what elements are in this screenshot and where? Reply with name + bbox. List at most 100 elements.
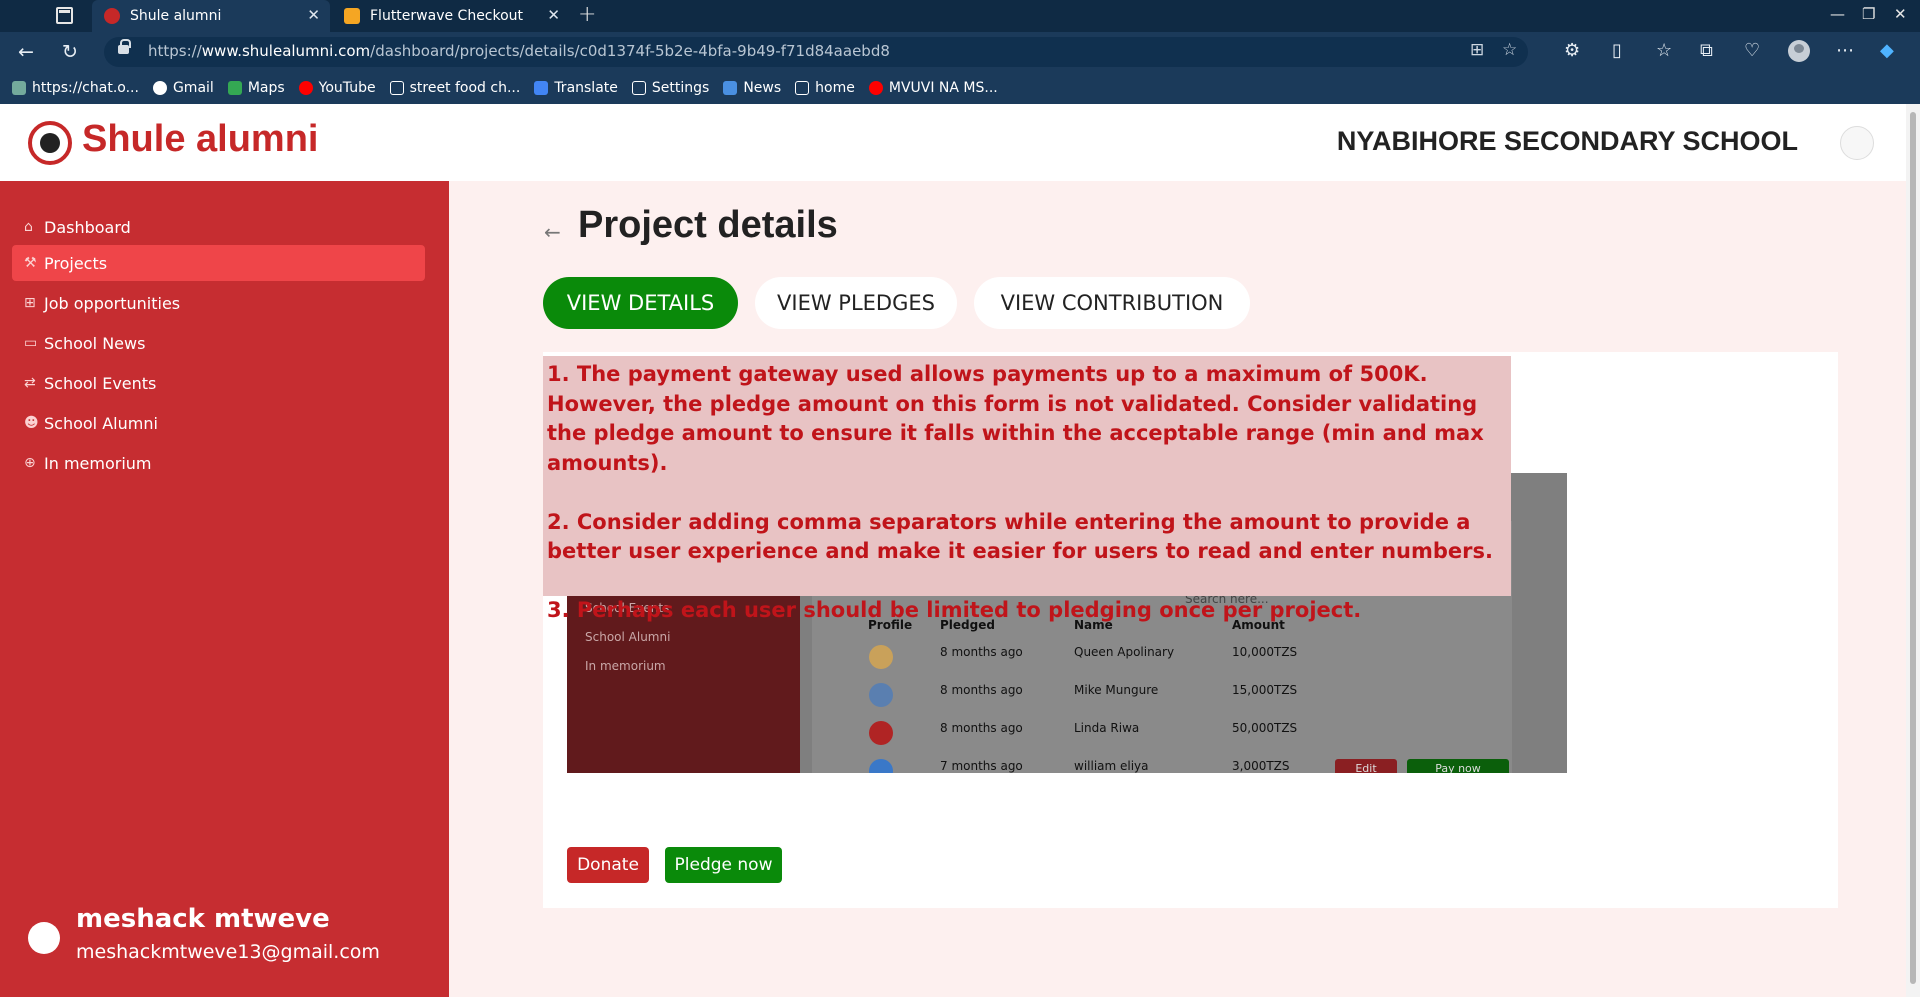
- screenshot-cell: 8 months ago: [940, 721, 1023, 735]
- tab-flutterwave[interactable]: Flutterwave Checkout ✕: [332, 0, 570, 32]
- screenshot-cell: 15,000TZS: [1232, 683, 1298, 697]
- screenshot-avatar: [869, 683, 893, 707]
- favorites-icon[interactable]: ☆: [1656, 40, 1672, 61]
- url-text: https://www.shulealumni.com/dashboard/pr…: [148, 42, 890, 60]
- tab-actions-icon[interactable]: [56, 7, 73, 24]
- flutterwave-favicon-icon: [344, 8, 360, 24]
- extensions-icon[interactable]: ⚙: [1564, 40, 1580, 61]
- bookmark-street-food[interactable]: street food ch...: [389, 80, 520, 96]
- translate-icon: [534, 81, 549, 95]
- review-notes: 1. The payment gateway used allows payme…: [543, 356, 1511, 622]
- close-tab-icon[interactable]: ✕: [547, 6, 560, 24]
- tab-title: Flutterwave Checkout: [370, 8, 524, 24]
- web-page: Shule alumni NYABIHORE SECONDARY SCHOOL …: [0, 104, 1906, 997]
- screenshot-cell: 8 months ago: [940, 683, 1023, 697]
- page-icon: [795, 81, 810, 95]
- bookmark-gmail[interactable]: Gmail: [152, 80, 214, 96]
- school-name: NYABIHORE SECONDARY SCHOOL: [1336, 126, 1798, 156]
- sidebar-item-school-news[interactable]: ▭ School News: [12, 325, 425, 361]
- sidebar-item-in-memorium[interactable]: ⊕ In memorium: [12, 445, 425, 481]
- user-avatar[interactable]: [28, 922, 60, 954]
- sidebar-item-dashboard[interactable]: ⌂ Dashboard: [12, 209, 425, 245]
- donate-button[interactable]: Donate: [567, 847, 649, 883]
- google-icon: [152, 81, 167, 95]
- more-menu-icon[interactable]: ⋯: [1836, 40, 1854, 61]
- bookmarks-bar: https://chat.o... Gmail Maps YouTube str…: [0, 72, 1920, 104]
- screenshot-edit-button: Edit: [1335, 759, 1397, 773]
- tab-view-details[interactable]: VIEW DETAILS: [543, 277, 738, 329]
- shule-logo-icon[interactable]: [28, 121, 72, 165]
- collections-icon[interactable]: ⧉: [1700, 40, 1713, 61]
- screenshot-sidebar-item: School Alumni: [585, 630, 671, 644]
- user-name: meshack mtweve: [76, 904, 330, 934]
- page-scrollbar[interactable]: [1906, 104, 1920, 997]
- tab-shule-alumni[interactable]: Shule alumni ✕: [92, 0, 330, 32]
- tab-view-pledges[interactable]: VIEW PLEDGES: [755, 277, 957, 329]
- address-bar: ← ↻ https://www.shulealumni.com/dashboar…: [0, 32, 1920, 72]
- home-icon: ⌂: [24, 219, 33, 235]
- brand-title[interactable]: Shule alumni: [82, 118, 318, 161]
- restore-icon[interactable]: ❐: [1862, 5, 1875, 23]
- page-icon: [389, 81, 404, 95]
- plus-circle-icon: ⊕: [24, 455, 36, 471]
- screenshot-cell: 50,000TZS: [1232, 721, 1298, 735]
- hammer-icon: ⚒: [24, 255, 37, 271]
- avatar[interactable]: [1840, 126, 1874, 160]
- refresh-icon[interactable]: ↻: [62, 41, 78, 63]
- sidebar: ⌂ Dashboard ⚒ Projects ⊞ Job opportunities …: [0, 181, 449, 997]
- bookmark-youtube[interactable]: YouTube: [298, 80, 376, 96]
- minimize-icon[interactable]: —: [1830, 5, 1845, 23]
- close-window-icon[interactable]: ✕: [1894, 5, 1907, 23]
- page-title: Project details: [578, 204, 838, 246]
- details-card: School Events School Alumni In memorium …: [543, 352, 1838, 908]
- sidebar-item-projects[interactable]: ⚒ Projects: [12, 245, 425, 281]
- screenshot-cell: 8 months ago: [940, 645, 1023, 659]
- sidebar-item-school-alumni[interactable]: ☻ School Alumni: [12, 405, 425, 441]
- profile-icon[interactable]: [1788, 40, 1810, 62]
- bookmark-settings[interactable]: Settings: [631, 80, 709, 96]
- sidebar-item-school-events[interactable]: ⇄ School Events: [12, 365, 425, 401]
- sidebar-item-job-opportunities[interactable]: ⊞ Job opportunities: [12, 285, 425, 321]
- bookmark-news[interactable]: News: [723, 80, 781, 96]
- note-item: 2. Consider adding comma separators whil…: [547, 509, 1493, 564]
- page-icon: [631, 81, 646, 95]
- chat-favicon-icon: [12, 81, 26, 95]
- screenshot-cell: 7 months ago: [940, 759, 1023, 773]
- new-tab-icon[interactable]: +: [578, 2, 596, 27]
- monitor-icon: ▭: [24, 335, 38, 351]
- users-icon: ☻: [24, 415, 39, 431]
- news-icon: [723, 81, 738, 95]
- site-header: Shule alumni NYABIHORE SECONDARY SCHOOL: [0, 104, 1906, 181]
- pledge-now-button[interactable]: Pledge now: [665, 847, 782, 883]
- app-available-icon[interactable]: ⊞: [1470, 40, 1484, 60]
- screenshot-cell: william eliya: [1074, 759, 1149, 773]
- screenshot-pay-button: Pay now: [1407, 759, 1509, 773]
- sitemap-icon: ⊞: [24, 295, 36, 311]
- tab-view-contribution[interactable]: VIEW CONTRIBUTION: [974, 277, 1250, 329]
- bookmark-mvuvi[interactable]: MVUVI NA MS...: [868, 80, 998, 96]
- performance-icon[interactable]: ♡: [1744, 40, 1760, 61]
- shule-favicon-icon: [104, 8, 120, 24]
- lock-icon: [118, 39, 131, 54]
- browser-tab-bar: Shule alumni ✕ Flutterwave Checkout ✕ + …: [0, 0, 1920, 32]
- bookmark-translate[interactable]: Translate: [534, 80, 618, 96]
- user-email: meshackmtweve13@gmail.com: [76, 941, 380, 963]
- note-item: 1. The payment gateway used allows payme…: [547, 362, 1484, 475]
- close-tab-icon[interactable]: ✕: [307, 6, 320, 24]
- back-arrow-icon[interactable]: ←: [544, 220, 561, 244]
- bookmark-home[interactable]: home: [795, 80, 855, 96]
- youtube-icon: [298, 81, 313, 95]
- tab-title: Shule alumni: [130, 8, 222, 24]
- favorite-star-icon[interactable]: ☆: [1502, 40, 1517, 60]
- bookmark-chat[interactable]: https://chat.o...: [12, 80, 139, 96]
- screenshot-avatar: [869, 645, 893, 669]
- bookmark-maps[interactable]: Maps: [227, 80, 285, 96]
- back-icon[interactable]: ←: [18, 41, 34, 63]
- screenshot-cell: Linda Riwa: [1074, 721, 1140, 735]
- scrollbar-thumb[interactable]: [1910, 112, 1916, 984]
- url-field[interactable]: https://www.shulealumni.com/dashboard/pr…: [104, 37, 1528, 67]
- copilot-icon[interactable]: ◆: [1880, 40, 1894, 61]
- screenshot-cell: 3,000TZS: [1232, 759, 1290, 773]
- split-screen-icon[interactable]: ▯: [1612, 40, 1622, 61]
- maps-icon: [227, 81, 242, 95]
